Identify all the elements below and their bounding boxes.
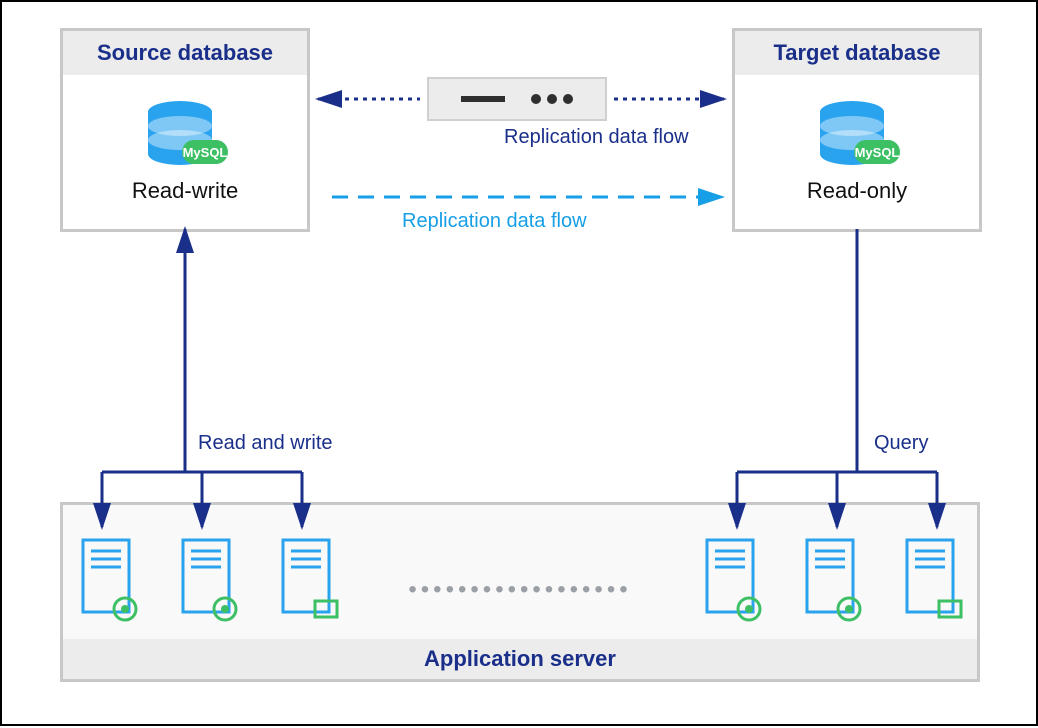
server-icon [897, 535, 967, 625]
target-db-mode: Read-only [807, 178, 907, 204]
server-icon [73, 535, 143, 625]
replication-top-label: Replication data flow [504, 126, 689, 149]
target-database-box: Target database MySQL Read-only [732, 28, 982, 232]
source-db-mode: Read-write [132, 178, 238, 204]
application-server-box: •••••••••••••••••• [60, 502, 980, 682]
source-database-box: Source database MySQL Read-write [60, 28, 310, 232]
svg-text:MySQL: MySQL [855, 145, 900, 160]
replication-mid-label: Replication data flow [402, 210, 587, 233]
server-group-left [73, 535, 343, 625]
svg-text:MySQL: MySQL [183, 145, 228, 160]
ellipsis-dots: •••••••••••••••••• [408, 556, 631, 604]
target-db-title: Target database [735, 31, 979, 75]
query-label: Query [874, 432, 928, 455]
mysql-database-icon: MySQL [812, 100, 902, 170]
server-icon [173, 535, 243, 625]
mysql-database-icon: MySQL [140, 100, 230, 170]
read-write-label: Read and write [198, 432, 333, 455]
appserver-title: Application server [63, 639, 977, 679]
server-icon [273, 535, 343, 625]
server-icon [697, 535, 767, 625]
server-group-right [697, 535, 967, 625]
network-switch-icon [427, 77, 607, 121]
server-icon [797, 535, 867, 625]
source-db-title: Source database [63, 31, 307, 75]
architecture-diagram: Source database MySQL Read-write Target … [0, 0, 1038, 726]
